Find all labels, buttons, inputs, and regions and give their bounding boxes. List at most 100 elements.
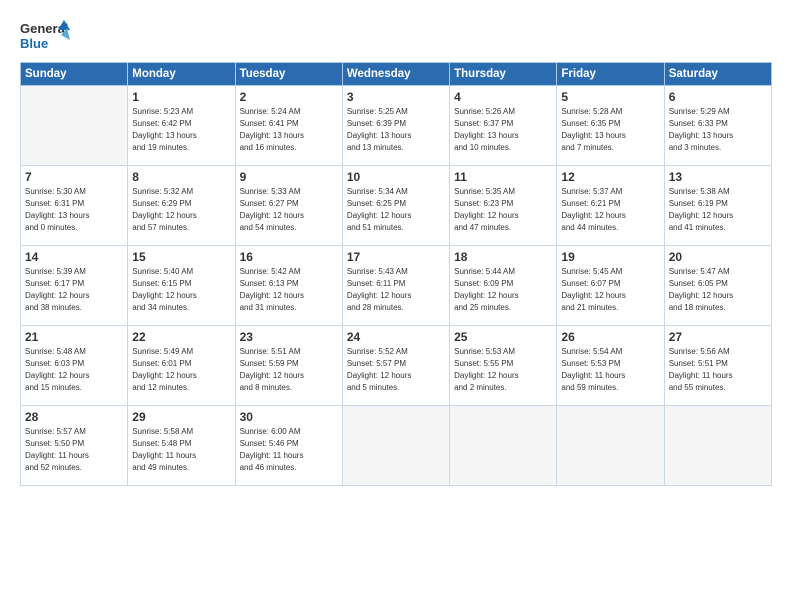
calendar-cell: 26 Sunrise: 5:54 AM Sunset: 5:53 PM Dayli…	[557, 326, 664, 406]
logo-svg: General Blue	[20, 18, 70, 52]
day-number: 24	[347, 330, 445, 344]
weekday-header-tuesday: Tuesday	[235, 63, 342, 86]
calendar-cell	[21, 86, 128, 166]
calendar-week-1: 1 Sunrise: 5:23 AM Sunset: 6:42 PM Daylig…	[21, 86, 772, 166]
day-info: Sunrise: 5:56 AM Sunset: 5:51 PM Dayligh…	[669, 346, 767, 394]
day-info: Sunrise: 5:39 AM Sunset: 6:17 PM Dayligh…	[25, 266, 123, 314]
weekday-header-wednesday: Wednesday	[342, 63, 449, 86]
day-info: Sunrise: 5:26 AM Sunset: 6:37 PM Dayligh…	[454, 106, 552, 154]
calendar-cell: 10 Sunrise: 5:34 AM Sunset: 6:25 PM Dayli…	[342, 166, 449, 246]
calendar-cell	[450, 406, 557, 486]
day-info: Sunrise: 5:52 AM Sunset: 5:57 PM Dayligh…	[347, 346, 445, 394]
day-info: Sunrise: 5:43 AM Sunset: 6:11 PM Dayligh…	[347, 266, 445, 314]
day-number: 13	[669, 170, 767, 184]
calendar-cell: 21 Sunrise: 5:48 AM Sunset: 6:03 PM Dayli…	[21, 326, 128, 406]
weekday-header-sunday: Sunday	[21, 63, 128, 86]
day-number: 7	[25, 170, 123, 184]
day-number: 5	[561, 90, 659, 104]
calendar-header: SundayMondayTuesdayWednesdayThursdayFrid…	[21, 63, 772, 86]
calendar-cell: 1 Sunrise: 5:23 AM Sunset: 6:42 PM Daylig…	[128, 86, 235, 166]
day-number: 27	[669, 330, 767, 344]
calendar-cell	[342, 406, 449, 486]
calendar-body: 1 Sunrise: 5:23 AM Sunset: 6:42 PM Daylig…	[21, 86, 772, 486]
day-number: 29	[132, 410, 230, 424]
calendar-cell: 30 Sunrise: 6:00 AM Sunset: 5:46 PM Dayli…	[235, 406, 342, 486]
calendar-week-5: 28 Sunrise: 5:57 AM Sunset: 5:50 PM Dayli…	[21, 406, 772, 486]
calendar-cell: 24 Sunrise: 5:52 AM Sunset: 5:57 PM Dayli…	[342, 326, 449, 406]
calendar-cell: 4 Sunrise: 5:26 AM Sunset: 6:37 PM Daylig…	[450, 86, 557, 166]
calendar-cell: 5 Sunrise: 5:28 AM Sunset: 6:35 PM Daylig…	[557, 86, 664, 166]
weekday-header-monday: Monday	[128, 63, 235, 86]
calendar-cell: 14 Sunrise: 5:39 AM Sunset: 6:17 PM Dayli…	[21, 246, 128, 326]
day-number: 17	[347, 250, 445, 264]
calendar-cell	[557, 406, 664, 486]
day-info: Sunrise: 5:48 AM Sunset: 6:03 PM Dayligh…	[25, 346, 123, 394]
day-number: 2	[240, 90, 338, 104]
day-number: 9	[240, 170, 338, 184]
calendar-week-2: 7Sunrise: 5:30 AM Sunset: 6:31 PM Daylig…	[21, 166, 772, 246]
svg-text:Blue: Blue	[20, 36, 48, 51]
day-info: Sunrise: 5:33 AM Sunset: 6:27 PM Dayligh…	[240, 186, 338, 234]
day-number: 22	[132, 330, 230, 344]
day-info: Sunrise: 5:51 AM Sunset: 5:59 PM Dayligh…	[240, 346, 338, 394]
day-number: 4	[454, 90, 552, 104]
day-info: Sunrise: 5:23 AM Sunset: 6:42 PM Dayligh…	[132, 106, 230, 154]
weekday-header-friday: Friday	[557, 63, 664, 86]
day-info: Sunrise: 5:34 AM Sunset: 6:25 PM Dayligh…	[347, 186, 445, 234]
calendar-cell: 19 Sunrise: 5:45 AM Sunset: 6:07 PM Dayli…	[557, 246, 664, 326]
day-number: 28	[25, 410, 123, 424]
day-number: 16	[240, 250, 338, 264]
day-number: 3	[347, 90, 445, 104]
day-info: Sunrise: 5:32 AM Sunset: 6:29 PM Dayligh…	[132, 186, 230, 234]
day-number: 15	[132, 250, 230, 264]
calendar-cell: 8Sunrise: 5:32 AM Sunset: 6:29 PM Daylig…	[128, 166, 235, 246]
day-info: Sunrise: 5:24 AM Sunset: 6:41 PM Dayligh…	[240, 106, 338, 154]
day-info: Sunrise: 5:45 AM Sunset: 6:07 PM Dayligh…	[561, 266, 659, 314]
calendar-cell: 28 Sunrise: 5:57 AM Sunset: 5:50 PM Dayli…	[21, 406, 128, 486]
day-info: Sunrise: 5:57 AM Sunset: 5:50 PM Dayligh…	[25, 426, 123, 474]
calendar-cell: 20 Sunrise: 5:47 AM Sunset: 6:05 PM Dayli…	[664, 246, 771, 326]
calendar-cell	[664, 406, 771, 486]
day-number: 11	[454, 170, 552, 184]
calendar-cell: 3 Sunrise: 5:25 AM Sunset: 6:39 PM Daylig…	[342, 86, 449, 166]
calendar-cell: 23 Sunrise: 5:51 AM Sunset: 5:59 PM Dayli…	[235, 326, 342, 406]
day-number: 26	[561, 330, 659, 344]
calendar-cell: 22Sunrise: 5:49 AM Sunset: 6:01 PM Dayli…	[128, 326, 235, 406]
calendar-cell: 11Sunrise: 5:35 AM Sunset: 6:23 PM Dayli…	[450, 166, 557, 246]
calendar-cell: 29Sunrise: 5:58 AM Sunset: 5:48 PM Dayli…	[128, 406, 235, 486]
calendar-cell: 6Sunrise: 5:29 AM Sunset: 6:33 PM Daylig…	[664, 86, 771, 166]
day-number: 18	[454, 250, 552, 264]
day-info: Sunrise: 5:47 AM Sunset: 6:05 PM Dayligh…	[669, 266, 767, 314]
day-number: 21	[25, 330, 123, 344]
day-number: 14	[25, 250, 123, 264]
calendar-cell: 15 Sunrise: 5:40 AM Sunset: 6:15 PM Dayli…	[128, 246, 235, 326]
day-number: 10	[347, 170, 445, 184]
calendar-cell: 27 Sunrise: 5:56 AM Sunset: 5:51 PM Dayli…	[664, 326, 771, 406]
day-info: Sunrise: 5:25 AM Sunset: 6:39 PM Dayligh…	[347, 106, 445, 154]
day-info: Sunrise: 5:42 AM Sunset: 6:13 PM Dayligh…	[240, 266, 338, 314]
calendar-week-4: 21 Sunrise: 5:48 AM Sunset: 6:03 PM Dayli…	[21, 326, 772, 406]
calendar-cell: 25Sunrise: 5:53 AM Sunset: 5:55 PM Dayli…	[450, 326, 557, 406]
day-info: Sunrise: 5:38 AM Sunset: 6:19 PM Dayligh…	[669, 186, 767, 234]
day-info: Sunrise: 5:44 AM Sunset: 6:09 PM Dayligh…	[454, 266, 552, 314]
day-number: 12	[561, 170, 659, 184]
day-number: 30	[240, 410, 338, 424]
day-info: Sunrise: 5:28 AM Sunset: 6:35 PM Dayligh…	[561, 106, 659, 154]
calendar-cell: 18 Sunrise: 5:44 AM Sunset: 6:09 PM Dayli…	[450, 246, 557, 326]
day-number: 1	[132, 90, 230, 104]
day-info: Sunrise: 5:40 AM Sunset: 6:15 PM Dayligh…	[132, 266, 230, 314]
day-info: Sunrise: 5:37 AM Sunset: 6:21 PM Dayligh…	[561, 186, 659, 234]
weekday-header-saturday: Saturday	[664, 63, 771, 86]
calendar-week-3: 14 Sunrise: 5:39 AM Sunset: 6:17 PM Dayli…	[21, 246, 772, 326]
calendar-cell: 17 Sunrise: 5:43 AM Sunset: 6:11 PM Dayli…	[342, 246, 449, 326]
day-info: Sunrise: 6:00 AM Sunset: 5:46 PM Dayligh…	[240, 426, 338, 474]
weekday-header-thursday: Thursday	[450, 63, 557, 86]
calendar-cell: 12 Sunrise: 5:37 AM Sunset: 6:21 PM Dayli…	[557, 166, 664, 246]
day-info: Sunrise: 5:29 AM Sunset: 6:33 PM Dayligh…	[669, 106, 767, 154]
logo: General Blue	[20, 18, 70, 52]
day-number: 19	[561, 250, 659, 264]
calendar-cell: 7Sunrise: 5:30 AM Sunset: 6:31 PM Daylig…	[21, 166, 128, 246]
day-info: Sunrise: 5:54 AM Sunset: 5:53 PM Dayligh…	[561, 346, 659, 394]
day-number: 23	[240, 330, 338, 344]
day-number: 20	[669, 250, 767, 264]
